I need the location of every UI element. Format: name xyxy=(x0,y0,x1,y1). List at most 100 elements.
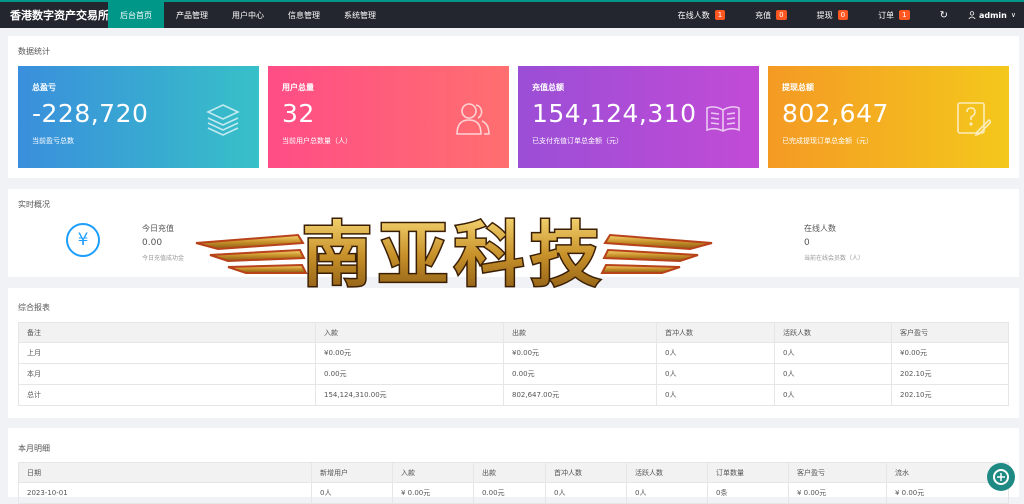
table-row: 2023-10-01 0人 ¥ 0.00元 0.00元 0人 0人 0条 ¥ 0.00元 ¥ 0… xyxy=(18,482,1009,504)
col-header: 活跃人数 xyxy=(774,322,892,343)
cell: 0人 xyxy=(774,384,892,406)
table-header: 备注 入款 出款 首冲人数 活跃人数 客户盈亏 xyxy=(18,322,1009,343)
monthly-table: 日期 新增用户 入款 出款 首冲人数 活跃人数 订单数量 客户盈亏 流水 202… xyxy=(18,462,1009,504)
card-label: 提现总额 xyxy=(782,83,814,92)
col-header: 新增用户 xyxy=(311,462,393,483)
online-badge: 1 xyxy=(714,10,726,20)
realtime-panel: 实时概况 ¥ 今日充值 0.00 今日充值成功金 今 数 在线人数 0 当前在线… xyxy=(8,189,1019,277)
realtime-label: 今日充值 xyxy=(142,224,174,233)
refresh-icon[interactable]: ↻ xyxy=(940,10,948,21)
cell: 0人 xyxy=(545,482,627,504)
card-label: 充值总额 xyxy=(532,83,564,92)
card-desc: 当前盈亏总数 xyxy=(32,137,74,145)
edit-icon xyxy=(957,102,991,136)
nav-info[interactable]: 信息管理 xyxy=(276,2,332,28)
realtime-today-recharge: 今日充值 0.00 今日充值成功金 xyxy=(142,223,184,262)
online-count-link[interactable]: 在线人数 1 xyxy=(677,10,726,21)
table-row: 总计 154,124,310.00元 802,647.00元 0人 0人 202.10元 xyxy=(18,384,1009,406)
cell: 0人 xyxy=(311,482,393,504)
nav-users[interactable]: 用户中心 xyxy=(220,2,276,28)
cell: 2023-10-01 xyxy=(18,482,312,504)
cell: 本月 xyxy=(18,363,316,385)
monthly-title: 本月明细 xyxy=(18,444,50,453)
table-row: 本月 0.00元 0.00元 0人 0人 202.10元 xyxy=(18,363,1009,385)
card-total-users: 用户总量 32 当前用户总数量（人） xyxy=(268,66,509,168)
brand-title: 香港数字资产交易所 xyxy=(10,9,109,22)
col-header: 入款 xyxy=(315,322,504,343)
realtime-item-3: 数 xyxy=(684,223,690,249)
top-navbar: 香港数字资产交易所 后台首页 产品管理 用户中心 信息管理 系统管理 在线人数 1… xyxy=(0,0,1024,28)
realtime-online: 在线人数 0 当前在线会员数（人） xyxy=(804,223,864,262)
nav-home[interactable]: 后台首页 xyxy=(108,2,164,28)
orders-link[interactable]: 订单 1 xyxy=(878,10,910,21)
withdraw-badge: 0 xyxy=(837,10,849,20)
cell: 802,647.00元 xyxy=(503,384,657,406)
cell: 0.00元 xyxy=(315,363,504,385)
user-icon xyxy=(968,11,976,19)
realtime-value: 0 xyxy=(804,238,810,248)
cell: 0人 xyxy=(656,342,775,364)
user-menu[interactable]: admin ∨ xyxy=(968,11,1016,20)
main-nav: 后台首页 产品管理 用户中心 信息管理 系统管理 xyxy=(108,2,388,28)
orders-label: 订单 xyxy=(878,10,895,20)
realtime-label: 在线人数 xyxy=(804,224,836,233)
card-desc: 当前用户总数量（人） xyxy=(282,137,352,145)
circle-logo-icon xyxy=(993,469,1009,485)
card-label: 用户总量 xyxy=(282,83,314,92)
card-desc: 已完成提现订单总金额（元） xyxy=(782,137,873,145)
float-action-button[interactable] xyxy=(987,463,1015,491)
cell: 总计 xyxy=(18,384,316,406)
username: admin xyxy=(978,10,1007,20)
realtime-desc: 今日充值成功金 xyxy=(142,255,185,262)
table-row: 上月 ¥0.00元 ¥0.00元 0人 0人 ¥0.00元 xyxy=(18,342,1009,364)
card-total-withdraw: 提现总额 802,647 已完成提现订单总金额（元） xyxy=(768,66,1009,168)
cell: 154,124,310.00元 xyxy=(315,384,504,406)
cell: ¥ 0.00元 xyxy=(392,482,474,504)
col-header: 出款 xyxy=(473,462,546,483)
cell: 0人 xyxy=(774,342,892,364)
cell: ¥0.00元 xyxy=(891,342,1009,364)
realtime-desc: 当前在线会员数（人） xyxy=(804,255,865,262)
summary-title: 综合报表 xyxy=(18,303,50,312)
col-header: 出款 xyxy=(503,322,657,343)
cell: 上月 xyxy=(18,342,316,364)
orders-badge: 1 xyxy=(899,10,910,20)
card-label: 总盈亏 xyxy=(32,83,56,92)
withdraw-link[interactable]: 提现 0 xyxy=(816,10,849,21)
layers-icon xyxy=(206,104,240,136)
table-header: 日期 新增用户 入款 出款 首冲人数 活跃人数 订单数量 客户盈亏 流水 xyxy=(18,462,1009,483)
withdraw-label: 提现 xyxy=(816,10,833,20)
cell: 0人 xyxy=(656,363,775,385)
cell: 0.00元 xyxy=(503,363,657,385)
cell: 202.10元 xyxy=(891,363,1009,385)
realtime-value: 0.00 xyxy=(142,238,163,248)
monthly-panel: 本月明细 日期 新增用户 入款 出款 首冲人数 活跃人数 订单数量 客户盈亏 流… xyxy=(8,428,1019,504)
col-header: 客户盈亏 xyxy=(788,462,887,483)
recharge-link[interactable]: 充值 0 xyxy=(755,10,787,21)
users-icon xyxy=(456,103,490,135)
nav-system[interactable]: 系统管理 xyxy=(332,2,388,28)
realtime-label: 今 xyxy=(304,224,312,233)
cell: 0条 xyxy=(707,482,789,504)
cell: ¥0.00元 xyxy=(503,342,657,364)
online-label: 在线人数 xyxy=(677,10,710,20)
col-header: 活跃人数 xyxy=(626,462,708,483)
realtime-desc: 数 xyxy=(684,242,691,249)
col-header: 日期 xyxy=(18,462,312,483)
recharge-badge: 0 xyxy=(776,10,787,20)
nav-products[interactable]: 产品管理 xyxy=(164,2,220,28)
card-desc: 已支付充值订单总金额（元） xyxy=(532,137,623,145)
realtime-title: 实时概况 xyxy=(18,200,50,209)
col-header: 客户盈亏 xyxy=(891,322,1009,343)
cell: ¥0.00元 xyxy=(315,342,504,364)
book-icon xyxy=(706,106,740,132)
cell: 0人 xyxy=(656,384,775,406)
chevron-down-icon: ∨ xyxy=(1010,11,1016,19)
col-header: 入款 xyxy=(392,462,474,483)
stats-title: 数据统计 xyxy=(18,47,50,56)
cell: 0人 xyxy=(774,363,892,385)
cell: 0人 xyxy=(626,482,708,504)
card-total-profit: 总盈亏 -228,720 当前盈亏总数 xyxy=(18,66,259,168)
realtime-item-2: 今 xyxy=(304,223,312,239)
summary-panel: 综合报表 备注 入款 出款 首冲人数 活跃人数 客户盈亏 上月 ¥0.00元 ¥0.… xyxy=(8,288,1019,418)
